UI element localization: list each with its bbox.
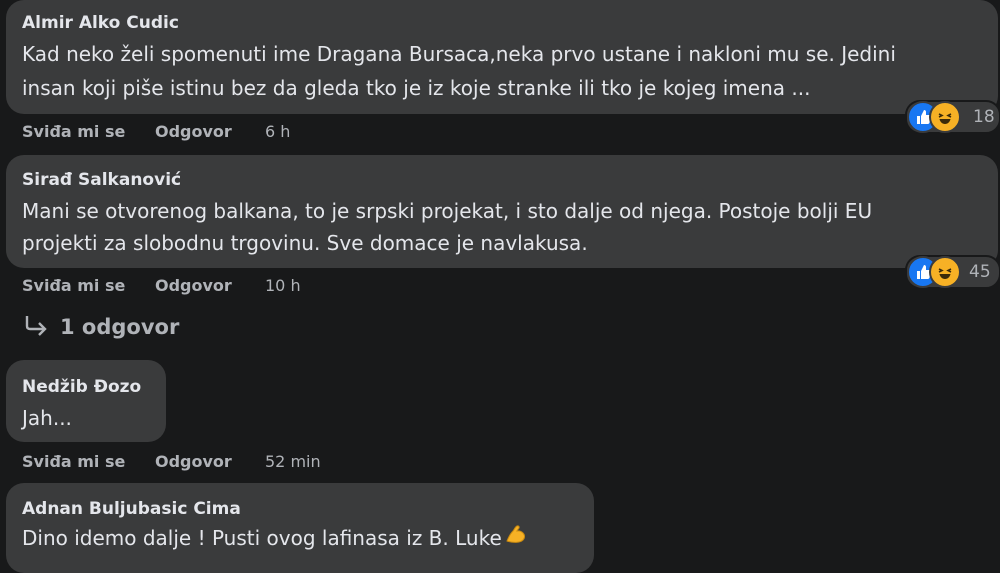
- comment-text-line: insan koji piše istinu bez da gleda tko …: [22, 76, 811, 100]
- like-button[interactable]: Sviđa mi se: [22, 452, 125, 471]
- comment-text-line: Mani se otvorenog balkana, to je srpski …: [22, 199, 873, 223]
- comment-text: Dino idemo dalje ! Pusti ovog lafinasa i…: [22, 526, 502, 550]
- comment-bubble: Almir Alko Cudic Kad neko želi spomenuti…: [6, 0, 998, 114]
- haha-icon: [929, 256, 961, 288]
- reply-arrow-icon: [24, 314, 50, 343]
- comment-bubble: Sirađ Salkanović Mani se otvorenog balka…: [6, 155, 998, 268]
- comment-author[interactable]: Almir Alko Cudic: [22, 13, 179, 33]
- comment-author[interactable]: Sirađ Salkanović: [22, 170, 181, 190]
- like-button[interactable]: Sviđa mi se: [22, 276, 125, 295]
- reply-button[interactable]: Odgovor: [155, 452, 232, 471]
- reaction-count: 45: [969, 262, 991, 282]
- comment-timestamp[interactable]: 52 min: [265, 452, 321, 471]
- comment-bubble: Adnan Buljubasic Cima Dino idemo dalje !…: [6, 483, 594, 573]
- comment-author[interactable]: Adnan Buljubasic Cima: [22, 499, 241, 519]
- reaction-summary[interactable]: 18: [905, 100, 1000, 134]
- comment-timestamp[interactable]: 10 h: [265, 276, 301, 295]
- comment-text-line: Dino idemo dalje ! Pusti ovog lafinasa i…: [22, 522, 528, 556]
- replies-count-label[interactable]: 1 odgovor: [60, 315, 179, 339]
- reply-button[interactable]: Odgovor: [155, 276, 232, 295]
- like-button[interactable]: Sviđa mi se: [22, 122, 125, 141]
- comment-text-line: Jah...: [22, 406, 72, 430]
- reaction-summary[interactable]: 45: [905, 255, 1000, 289]
- comment-bubble: Nedžib Đozo Jah...: [6, 360, 166, 442]
- comment-timestamp[interactable]: 6 h: [265, 122, 290, 141]
- comment-text-line: projekti za slobodnu trgovinu. Sve domac…: [22, 231, 588, 255]
- comment-text-line: Kad neko želi spomenuti ime Dragana Burs…: [22, 42, 896, 66]
- flexed-biceps-emoji: [504, 523, 528, 556]
- reaction-count: 18: [973, 107, 995, 127]
- haha-icon: [929, 101, 961, 133]
- comment-author[interactable]: Nedžib Đozo: [22, 377, 141, 397]
- reply-button[interactable]: Odgovor: [155, 122, 232, 141]
